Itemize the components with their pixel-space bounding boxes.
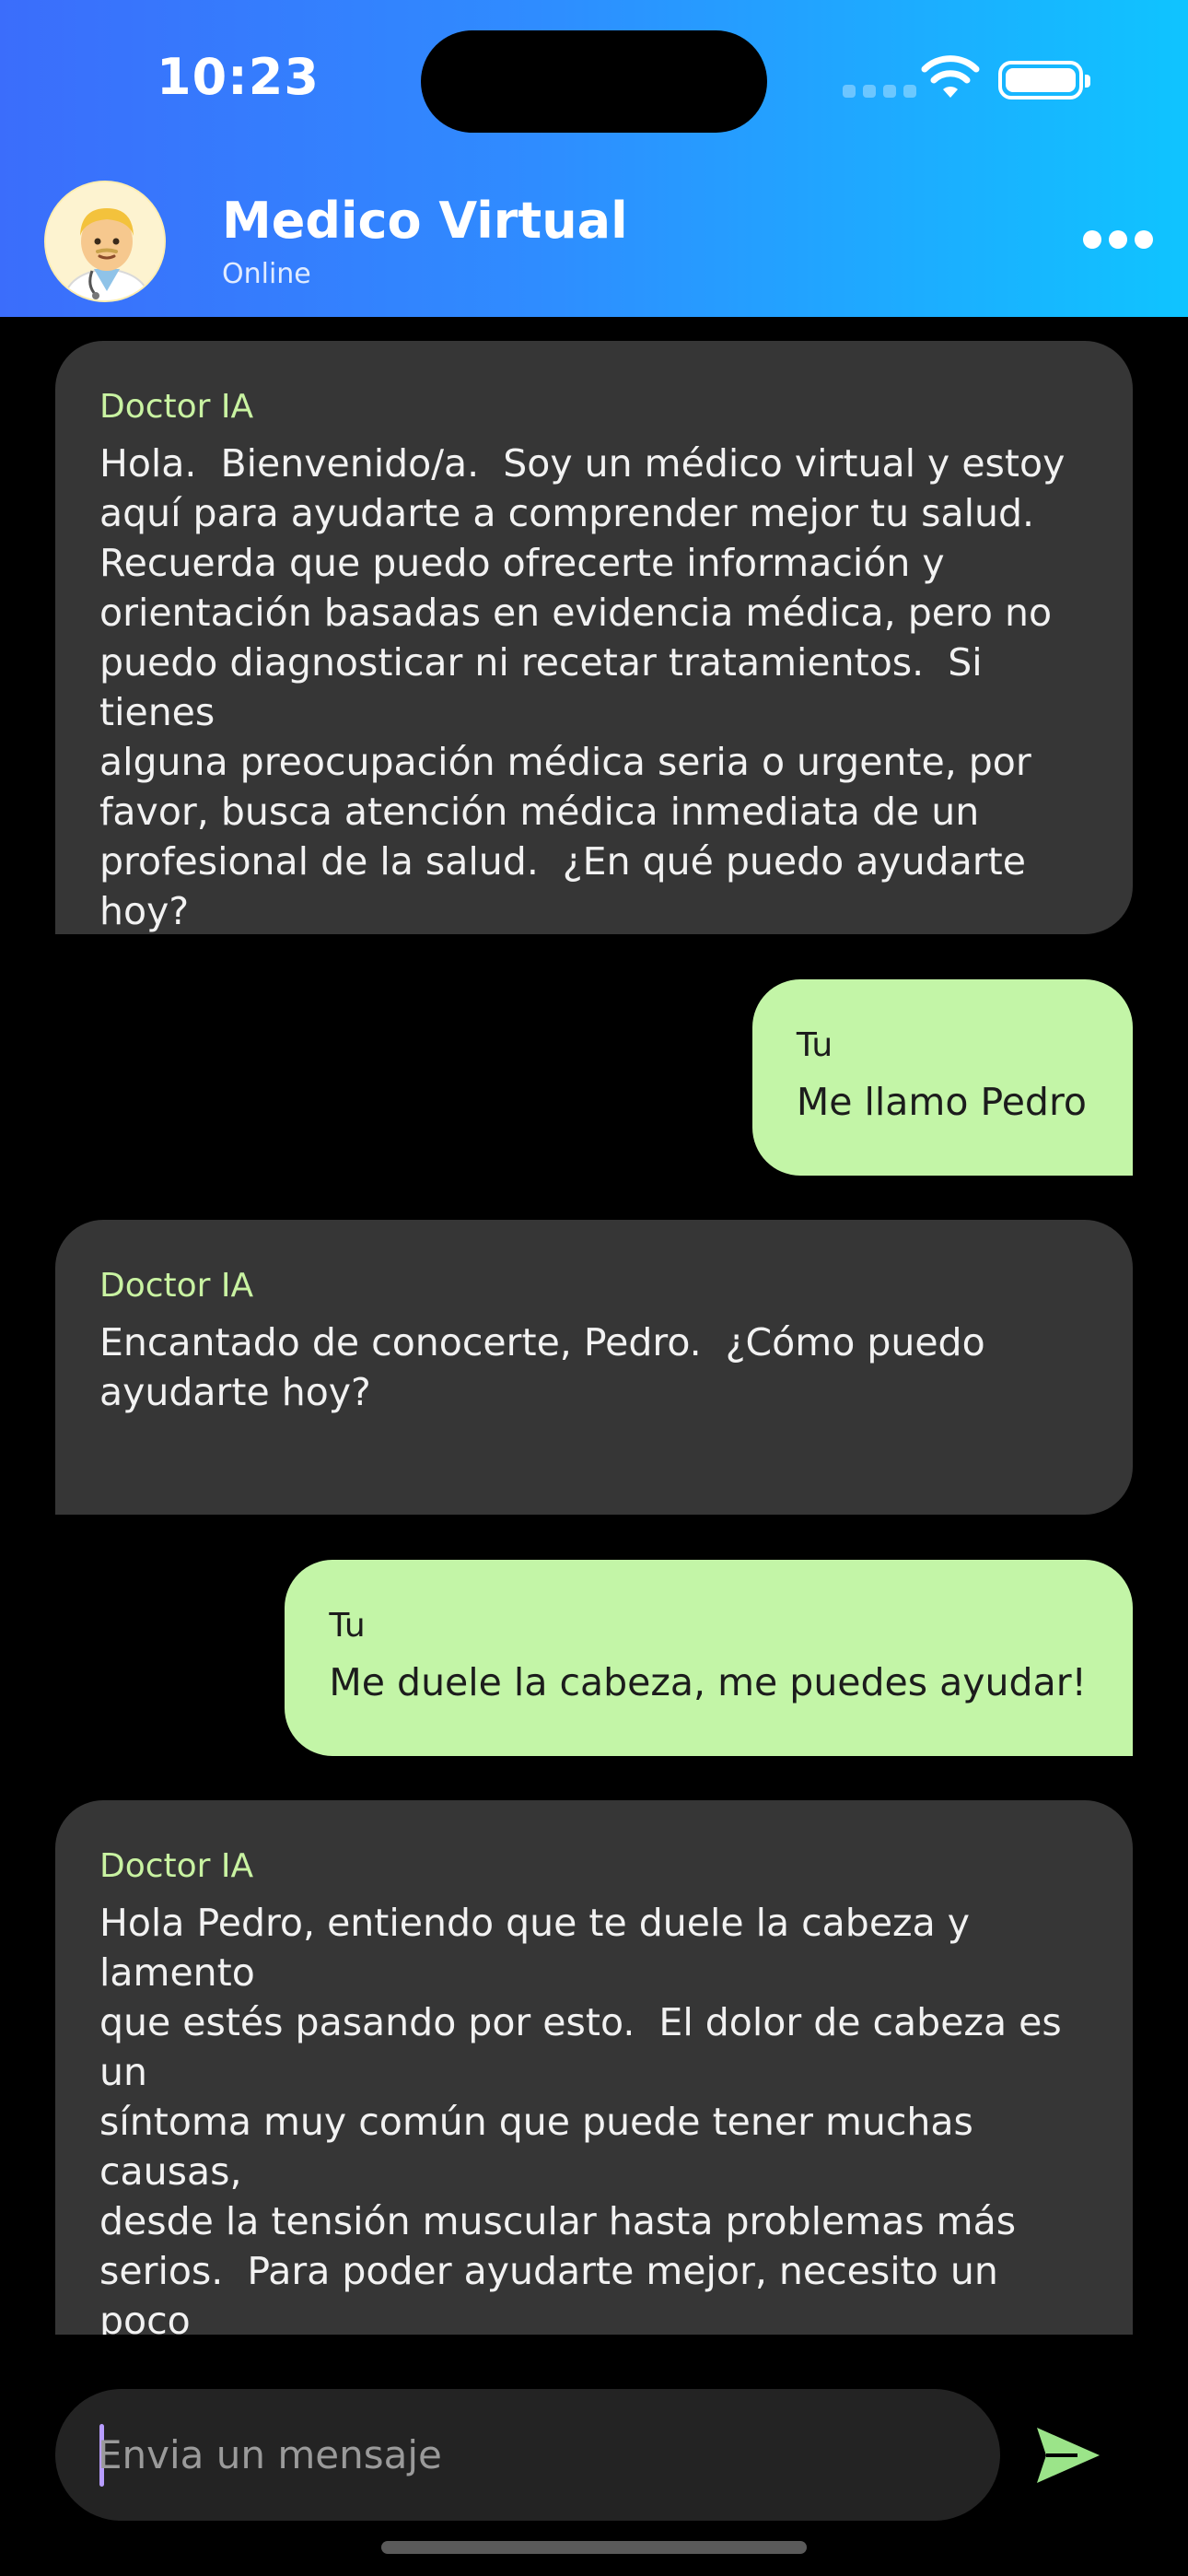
message-text: Hola. Bienvenido/a. Soy un médico virtua… bbox=[99, 441, 1066, 933]
message-sender: Doctor IA bbox=[99, 388, 254, 426]
home-indicator bbox=[381, 2541, 807, 2554]
online-status: Online bbox=[222, 258, 311, 290]
user-message: Tu Me duele la cabeza, me puedes ayudar! bbox=[285, 1560, 1133, 1756]
message-sender: Tu bbox=[796, 1026, 833, 1064]
wifi-icon bbox=[921, 55, 980, 98]
cellular-signal-icon bbox=[843, 85, 916, 98]
message-sender: Doctor IA bbox=[99, 1267, 254, 1305]
message-input-container[interactable] bbox=[55, 2389, 1000, 2521]
more-options-icon[interactable] bbox=[1083, 230, 1153, 249]
chat-title: Medico Virtual bbox=[222, 192, 628, 250]
app-header: 10:23 Medico Virtual Online bbox=[0, 0, 1188, 317]
send-icon[interactable] bbox=[1031, 2418, 1105, 2492]
bot-message: Doctor IA Encantado de conocerte, Pedro.… bbox=[55, 1220, 1133, 1515]
status-time: 10:23 bbox=[157, 48, 320, 106]
bot-message: Doctor IA Hola Pedro, entiendo que te du… bbox=[55, 1800, 1133, 2335]
battery-icon bbox=[998, 61, 1090, 100]
message-text: Me duele la cabeza, me puedes ayudar! bbox=[329, 1660, 1087, 1704]
app-screen: 10:23 Medico Virtual Online Doctor IA Ho… bbox=[0, 0, 1188, 2576]
message-text: Encantado de conocerte, Pedro. ¿Cómo pue… bbox=[99, 1320, 985, 1414]
dynamic-island bbox=[421, 30, 767, 133]
message-text: Hola Pedro, entiendo que te duele la cab… bbox=[99, 1901, 1062, 2335]
message-input[interactable] bbox=[98, 2389, 963, 2521]
message-sender: Tu bbox=[329, 1607, 366, 1645]
message-text: Me llamo Pedro bbox=[796, 1080, 1087, 1124]
message-list[interactable]: Doctor IA Hola. Bienvenido/a. Soy un méd… bbox=[0, 317, 1188, 2335]
message-sender: Doctor IA bbox=[99, 1847, 254, 1885]
bot-message: Doctor IA Hola. Bienvenido/a. Soy un méd… bbox=[55, 341, 1133, 934]
doctor-avatar-icon bbox=[44, 181, 166, 302]
user-message: Tu Me llamo Pedro bbox=[751, 979, 1133, 1176]
